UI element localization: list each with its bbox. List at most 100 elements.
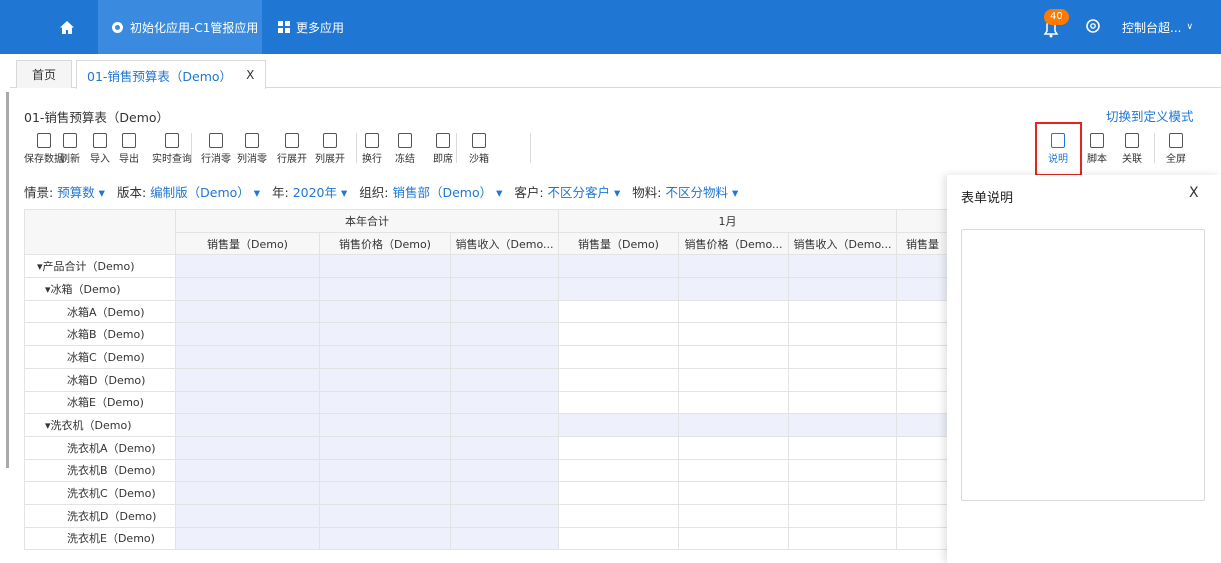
toolbar-refresh-button[interactable]: 刷新 [57,133,83,165]
filter-1[interactable]: 版本: 编制版（Demo） ▾ [117,185,260,200]
row-header[interactable]: 洗衣机A（Demo) [24,435,176,460]
data-cell[interactable] [678,322,789,347]
toolbar-realtime-query-button[interactable]: 实时查询 [152,133,192,165]
toolbar-fullscreen-button[interactable]: 全屏 [1162,133,1190,165]
data-cell[interactable] [175,254,320,279]
data-cell[interactable] [558,481,679,505]
filter-value-dropdown[interactable]: 编制版（Demo） ▾ [150,185,260,200]
data-cell[interactable] [175,277,320,301]
toolbar-row-expand-button[interactable]: 行展开 [274,133,310,165]
filter-0[interactable]: 情景: 预算数 ▾ [24,185,105,200]
data-cell[interactable] [558,254,679,279]
data-cell[interactable] [558,322,679,347]
filter-2[interactable]: 年: 2020年 ▾ [272,185,347,200]
data-cell[interactable] [678,299,789,324]
data-cell[interactable] [678,345,789,369]
data-cell[interactable] [678,526,789,551]
data-cell[interactable] [678,413,789,437]
data-cell[interactable] [319,458,451,483]
data-cell[interactable] [896,503,949,528]
data-cell[interactable] [175,435,320,460]
data-cell[interactable] [788,481,897,505]
data-cell[interactable] [788,390,897,415]
data-cell[interactable] [558,367,679,392]
data-cell[interactable] [175,413,320,437]
data-cell[interactable] [678,481,789,505]
data-cell[interactable] [558,526,679,551]
data-cell[interactable] [450,277,559,301]
user-menu[interactable]: 控制台超... ∨ [1122,0,1193,54]
data-cell[interactable] [450,458,559,483]
more-apps-button[interactable]: 更多应用 [278,0,344,54]
toolbar-adhoc-button[interactable]: 即席 [430,133,456,165]
row-header[interactable]: 洗衣机D（Demo) [24,503,176,528]
data-cell[interactable] [319,277,451,301]
tab-sales-budget[interactable]: 01-销售预算表（Demo） X [76,60,266,89]
row-header[interactable]: ▾冰箱（Demo) [24,277,176,301]
filter-value-dropdown[interactable]: 预算数 ▾ [57,185,105,200]
data-cell[interactable] [450,299,559,324]
toolbar-row-zero-button[interactable]: 行消零 [200,133,232,165]
data-cell[interactable] [896,299,949,324]
filter-value-dropdown[interactable]: 2020年 ▾ [293,185,348,200]
data-cell[interactable] [558,435,679,460]
data-cell[interactable] [319,481,451,505]
gear-icon[interactable] [1083,16,1103,36]
data-cell[interactable] [788,299,897,324]
column-header[interactable]: 销售量 [896,231,949,256]
tab-home[interactable]: 首页 [16,60,72,88]
data-cell[interactable] [788,503,897,528]
data-cell[interactable] [450,503,559,528]
data-cell[interactable] [450,345,559,369]
data-cell[interactable] [175,345,320,369]
row-header[interactable]: ▾洗衣机（Demo) [24,413,176,437]
data-cell[interactable] [896,254,949,279]
column-header[interactable]: 销售价格（Demo... [678,231,789,256]
toolbar-link-button[interactable]: 关联 [1118,133,1146,165]
data-cell[interactable] [450,390,559,415]
row-header[interactable]: 冰箱B（Demo) [24,322,176,347]
data-cell[interactable] [788,413,897,437]
data-cell[interactable] [788,435,897,460]
data-cell[interactable] [678,390,789,415]
data-cell[interactable] [450,435,559,460]
close-icon[interactable]: X [246,68,254,82]
toolbar-wrap-button[interactable]: 换行 [359,133,385,165]
data-cell[interactable] [678,367,789,392]
data-cell[interactable] [788,254,897,279]
data-cell[interactable] [319,413,451,437]
data-cell[interactable] [678,254,789,279]
data-cell[interactable] [450,413,559,437]
data-cell[interactable] [558,503,679,528]
data-cell[interactable] [788,277,897,301]
data-cell[interactable] [558,345,679,369]
data-cell[interactable] [896,277,949,301]
data-cell[interactable] [175,390,320,415]
row-header[interactable]: 洗衣机E（Demo) [24,526,176,551]
row-header[interactable]: ▾产品合计（Demo) [24,254,176,279]
data-cell[interactable] [319,345,451,369]
toolbar-col-zero-button[interactable]: 列消零 [236,133,268,165]
data-cell[interactable] [558,277,679,301]
description-textarea[interactable] [961,229,1205,501]
data-cell[interactable] [788,322,897,347]
data-cell[interactable] [896,435,949,460]
data-cell[interactable] [896,322,949,347]
data-cell[interactable] [558,458,679,483]
close-icon[interactable]: X [1189,185,1199,201]
switch-mode-link[interactable]: 切换到定义模式 [1106,106,1194,125]
data-cell[interactable] [319,322,451,347]
data-cell[interactable] [558,413,679,437]
data-cell[interactable] [788,367,897,392]
data-cell[interactable] [319,526,451,551]
filter-4[interactable]: 客户: 不区分客户 ▾ [514,185,620,200]
data-cell[interactable] [788,458,897,483]
data-cell[interactable] [450,254,559,279]
row-header[interactable]: 冰箱E（Demo) [24,390,176,415]
data-cell[interactable] [450,367,559,392]
data-cell[interactable] [896,526,949,551]
data-cell[interactable] [175,526,320,551]
data-cell[interactable] [319,435,451,460]
toolbar-script-button[interactable]: 脚本 [1083,133,1111,165]
home-button[interactable] [44,0,90,54]
